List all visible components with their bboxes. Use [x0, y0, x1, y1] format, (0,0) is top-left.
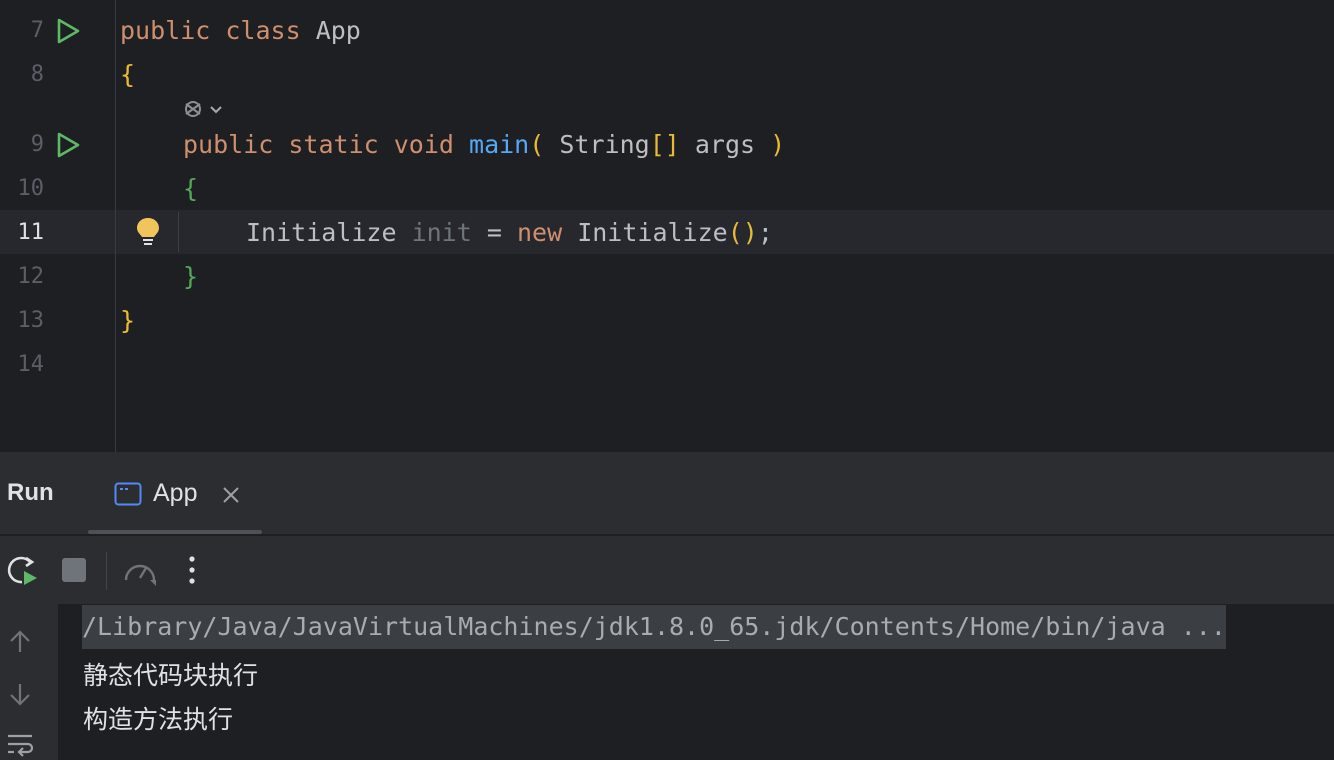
line-number: 14 — [17, 352, 45, 377]
line-number: 8 — [30, 62, 44, 87]
scroll-down-icon[interactable] — [6, 680, 34, 708]
console-window-icon — [114, 482, 142, 506]
code-line-13: } — [120, 306, 136, 335]
run-panel-title: Run — [7, 479, 54, 506]
console-side-toolbar — [0, 604, 58, 760]
code-line-12: } — [183, 262, 199, 291]
console-command-line[interactable]: /Library/Java/JavaVirtualMachines/jdk1.8… — [82, 605, 1226, 649]
line-number: 10 — [17, 176, 45, 201]
more-options-icon[interactable] — [174, 552, 210, 588]
stop-icon[interactable] — [56, 552, 92, 588]
line-number: 9 — [30, 132, 44, 157]
code-editor[interactable]: 7 8 9 10 11 12 13 14 public class App { … — [0, 0, 1334, 452]
code-line-7: public class App — [120, 16, 361, 45]
active-tab-indicator — [88, 530, 262, 534]
line-number: 11 — [17, 220, 45, 245]
indent-guide — [178, 212, 179, 252]
line-number: 12 — [17, 264, 45, 289]
tab-app-label: App — [153, 479, 198, 507]
code-line-11: Initialize init = new Initialize(); — [246, 218, 773, 247]
rerun-icon[interactable] — [4, 552, 40, 588]
tab-app[interactable]: App — [88, 452, 262, 534]
close-icon[interactable] — [221, 485, 241, 505]
console-output-line: 构造方法执行 — [83, 706, 234, 734]
toolbar-separator — [106, 552, 107, 590]
code-line-10: { — [183, 174, 199, 203]
code-vision-icon[interactable] — [182, 96, 226, 122]
run-tab-bar: Run App — [0, 452, 1334, 536]
console-output-line: 静态代码块执行 — [83, 662, 259, 690]
run-class-icon[interactable] — [55, 18, 81, 44]
line-number: 7 — [30, 18, 44, 43]
code-line-9: public static void main( String[] args ) — [183, 130, 786, 159]
line-number: 13 — [17, 308, 45, 333]
run-main-icon[interactable] — [55, 132, 81, 158]
soft-wrap-icon[interactable] — [6, 732, 34, 760]
scroll-up-icon[interactable] — [6, 628, 34, 656]
console-output[interactable]: /Library/Java/JavaVirtualMachines/jdk1.8… — [0, 604, 1334, 760]
profiler-icon[interactable] — [122, 552, 158, 588]
gutter-divider — [115, 0, 116, 452]
lightbulb-icon[interactable] — [134, 216, 162, 248]
code-line-8: { — [120, 60, 136, 89]
